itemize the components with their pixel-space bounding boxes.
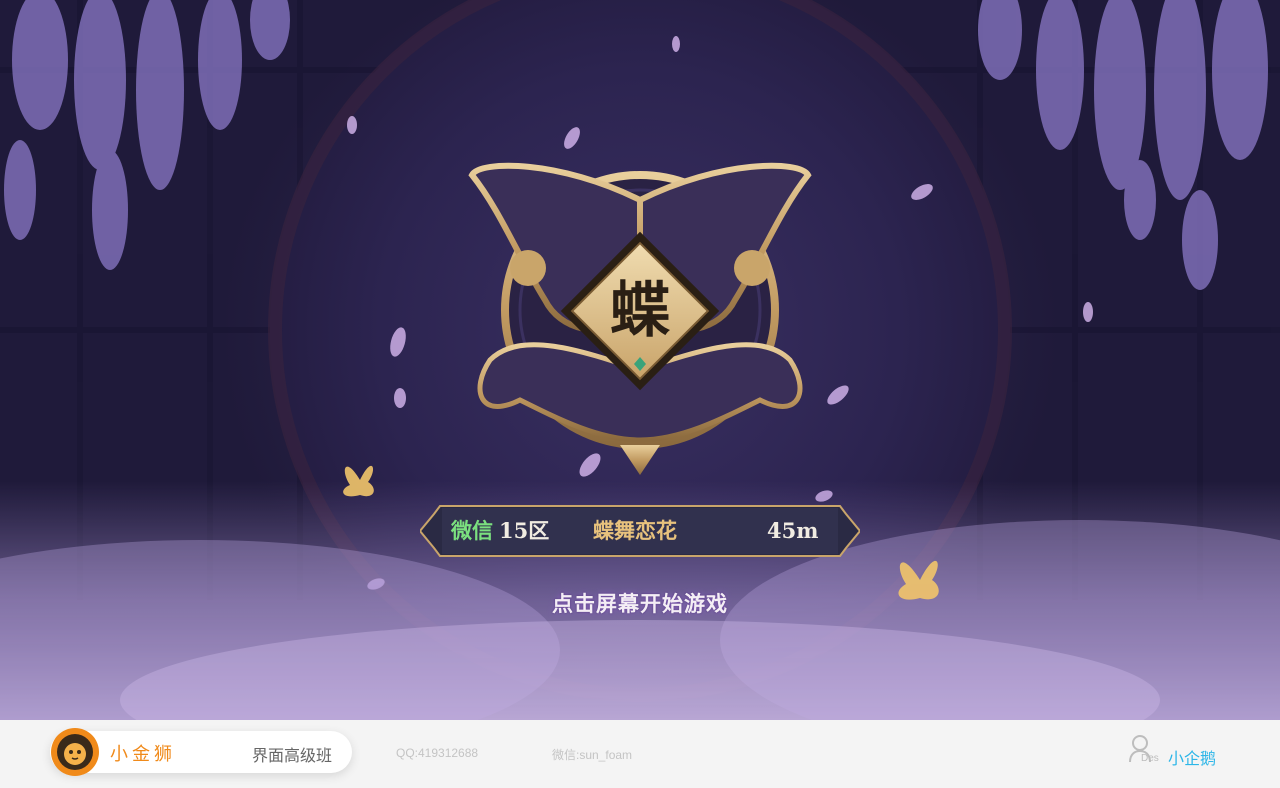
- course-name: 界面高级班: [252, 746, 333, 765]
- designer-name: 小企鹅: [1168, 749, 1217, 768]
- start-prompt[interactable]: 点击屏幕开始游戏: [0, 588, 1280, 618]
- game-start-screen[interactable]: 蝶 微信 15区 蝶舞恋花 45m 点击屏幕开始游戏: [0, 0, 1280, 720]
- wisteria-left: [4, 0, 290, 270]
- zone-label: 15区: [499, 518, 550, 543]
- server-name: 蝶舞恋花: [593, 518, 677, 543]
- lion-logo-icon: [51, 728, 99, 776]
- ping-label: 45m: [767, 518, 819, 543]
- qq-contact: QQ:419312688: [396, 746, 479, 760]
- wisteria-right: [978, 0, 1268, 290]
- wechat-contact: 微信:sun_foam: [552, 748, 633, 762]
- platform-label: 微信: [451, 518, 493, 543]
- brand-name: 小金狮: [110, 744, 176, 765]
- emblem-character: 蝶: [610, 275, 670, 346]
- designer-tag: Des: [1141, 753, 1159, 764]
